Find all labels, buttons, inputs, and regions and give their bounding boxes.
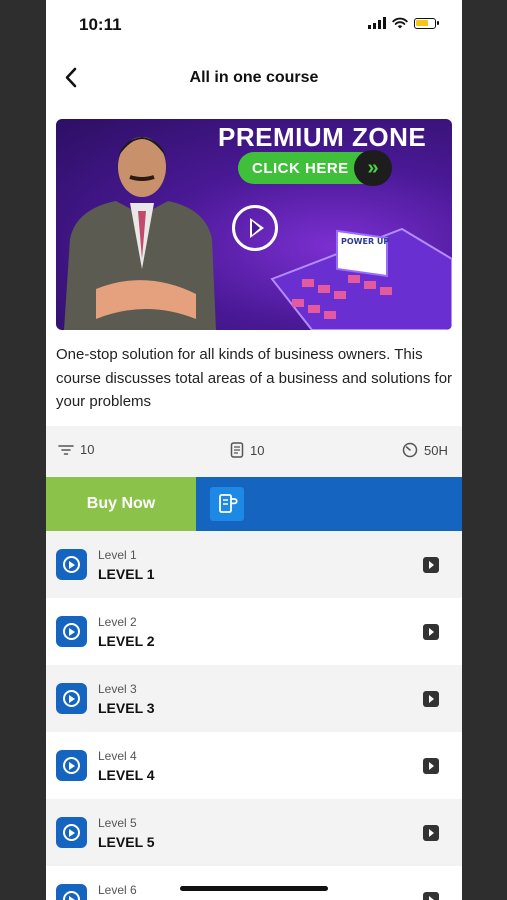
- purchase-bar: Buy Now: [46, 477, 462, 531]
- buy-now-button[interactable]: Buy Now: [46, 477, 196, 531]
- status-bar: 10:11: [46, 0, 462, 52]
- chevron-right-icon: [423, 758, 439, 774]
- level-subtitle: Level 5: [98, 816, 137, 830]
- double-chevron-right-icon: »: [354, 150, 392, 186]
- course-description: One-stop solution for all kinds of busin…: [56, 346, 453, 410]
- timer-icon: [402, 442, 418, 458]
- top-nav: All in one course: [46, 52, 462, 104]
- level-subtitle: Level 2: [98, 615, 137, 629]
- level-list: Level 1 LEVEL 1 Level 2 LEVEL 2 Level 3 …: [46, 531, 462, 900]
- level-item[interactable]: Level 1 LEVEL 1: [46, 531, 462, 598]
- filter-list-icon: [58, 444, 74, 455]
- play-video-icon: [56, 817, 87, 848]
- level-subtitle: Level 4: [98, 749, 137, 763]
- stat-duration: 50H: [402, 442, 448, 458]
- chevron-right-icon: [423, 557, 439, 573]
- power-up-sign: POWER UP: [341, 237, 389, 246]
- page-title: All in one course: [189, 69, 319, 86]
- stat-lessons-value: 10: [80, 442, 95, 457]
- play-video-icon: [56, 549, 87, 580]
- play-video-icon: [56, 616, 87, 647]
- level-subtitle: Level 1: [98, 548, 137, 562]
- level-item[interactable]: Level 6: [46, 866, 462, 900]
- cellular-signal-icon: [368, 17, 386, 29]
- course-banner[interactable]: PREMIUM ZONE CLICK HERE » POWER UP: [56, 119, 452, 330]
- level-title: LEVEL 4: [98, 767, 155, 783]
- chevron-right-icon: [423, 691, 439, 707]
- chevron-right-icon: [423, 624, 439, 640]
- presenter-image: [64, 137, 216, 330]
- banner-headline: PREMIUM ZONE: [218, 122, 427, 152]
- chevron-right-icon: [423, 892, 439, 900]
- brochure-area: [196, 477, 462, 531]
- stat-lessons: 10: [58, 442, 94, 457]
- document-icon: [230, 442, 244, 458]
- level-subtitle: Level 3: [98, 682, 137, 696]
- level-title: LEVEL 2: [98, 633, 155, 649]
- phone-screen: 10:11 All in one course PREMIUM ZONE CLI…: [46, 0, 462, 900]
- level-item[interactable]: Level 5 LEVEL 5: [46, 799, 462, 866]
- stat-documents: 10: [230, 442, 264, 458]
- status-time: 10:11: [79, 15, 122, 34]
- phone-stage-illustration: POWER UP: [270, 227, 452, 330]
- click-here-button[interactable]: CLICK HERE »: [238, 150, 392, 186]
- level-subtitle: Level 6: [98, 883, 137, 897]
- level-title: LEVEL 5: [98, 834, 155, 850]
- stat-duration-value: 50H: [424, 442, 448, 458]
- level-item[interactable]: Level 4 LEVEL 4: [46, 732, 462, 799]
- play-video-icon: [56, 750, 87, 781]
- battery-icon: [414, 17, 439, 29]
- level-item[interactable]: Level 2 LEVEL 2: [46, 598, 462, 665]
- level-title: LEVEL 3: [98, 700, 155, 716]
- stat-documents-value: 10: [250, 442, 265, 458]
- click-here-label: CLICK HERE: [252, 159, 349, 177]
- chevron-right-icon: [423, 825, 439, 841]
- play-video-icon: [56, 683, 87, 714]
- course-stats: 10 10 50H: [46, 426, 462, 476]
- brochure-icon: [219, 494, 238, 513]
- status-icons: [368, 17, 439, 29]
- level-title: LEVEL 1: [98, 566, 155, 582]
- play-video-icon: [56, 884, 87, 900]
- level-item[interactable]: Level 3 LEVEL 3: [46, 665, 462, 732]
- home-indicator[interactable]: [180, 886, 328, 891]
- wifi-icon: [392, 17, 408, 29]
- brochure-button[interactable]: [210, 487, 244, 521]
